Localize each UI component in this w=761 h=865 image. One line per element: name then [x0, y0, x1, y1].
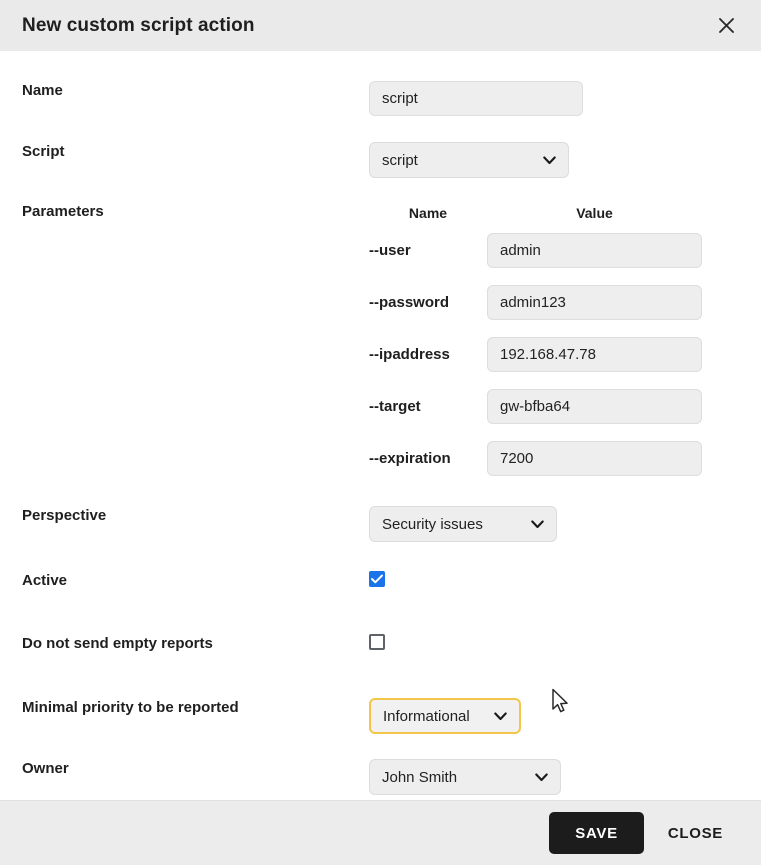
parameter-value-input[interactable]: gw-bfba64	[487, 389, 702, 424]
dialog-header: New custom script action	[0, 0, 761, 51]
parameter-value-input[interactable]: admin123	[487, 285, 702, 320]
parameter-value-cell: admin	[487, 233, 702, 268]
chevron-down-icon	[531, 520, 544, 529]
new-custom-script-action-dialog: New custom script action Name script Scr…	[0, 0, 761, 865]
name-control: script	[369, 81, 739, 116]
field-row-parameters: Parameters Name Value --user admin --pa	[0, 202, 761, 484]
no-empty-reports-checkbox[interactable]	[369, 634, 385, 650]
column-header-name: Name	[369, 205, 487, 221]
no-empty-reports-control	[369, 634, 739, 655]
script-select-value: script	[382, 153, 418, 168]
owner-select[interactable]: John Smith	[369, 759, 561, 795]
dialog-body: Name script Script script Par	[0, 51, 761, 800]
minimal-priority-control: Informational	[369, 698, 739, 734]
owner-label: Owner	[22, 759, 369, 776]
field-row-name: Name script	[0, 81, 761, 116]
parameter-name: --user	[369, 243, 487, 258]
parameter-name: --target	[369, 399, 487, 414]
table-row: --password admin123	[369, 276, 739, 328]
field-row-script: Script script	[0, 142, 761, 178]
parameter-value-input[interactable]: 7200	[487, 441, 702, 476]
save-button[interactable]: SAVE	[549, 812, 644, 854]
perspective-label: Perspective	[22, 506, 369, 523]
parameter-value-input[interactable]: admin	[487, 233, 702, 268]
active-checkbox[interactable]	[369, 571, 385, 587]
script-control: script	[369, 142, 739, 178]
parameter-value-cell: 7200	[487, 441, 702, 476]
parameter-value-input[interactable]: 192.168.47.78	[487, 337, 702, 372]
parameter-name: --password	[369, 295, 487, 310]
active-label: Active	[22, 571, 369, 588]
chevron-down-icon	[535, 773, 548, 782]
field-row-no-empty-reports: Do not send empty reports	[0, 634, 761, 655]
parameters-table: Name Value --user admin --password admin…	[369, 202, 739, 484]
parameters-table-header: Name Value	[369, 202, 739, 224]
parameters-label: Parameters	[22, 202, 369, 219]
parameter-value-cell: 192.168.47.78	[487, 337, 702, 372]
minimal-priority-select[interactable]: Informational	[369, 698, 521, 734]
minimal-priority-select-value: Informational	[383, 709, 470, 724]
chevron-down-icon	[494, 712, 507, 721]
no-empty-reports-label: Do not send empty reports	[22, 634, 369, 651]
table-row: --ipaddress 192.168.47.78	[369, 328, 739, 380]
perspective-select[interactable]: Security issues	[369, 506, 557, 542]
field-row-perspective: Perspective Security issues	[0, 506, 761, 542]
table-row: --user admin	[369, 224, 739, 276]
parameter-name: --expiration	[369, 451, 487, 466]
minimal-priority-label: Minimal priority to be reported	[22, 698, 369, 715]
name-input[interactable]: script	[369, 81, 583, 116]
chevron-down-icon	[543, 156, 556, 165]
owner-select-value: John Smith	[382, 770, 457, 785]
owner-control: John Smith	[369, 759, 739, 795]
close-button[interactable]: CLOSE	[652, 812, 739, 854]
perspective-control: Security issues	[369, 506, 739, 542]
parameters-control: Name Value --user admin --password admin…	[369, 202, 739, 484]
parameter-value-cell: gw-bfba64	[487, 389, 702, 424]
close-icon[interactable]	[711, 11, 741, 41]
table-row: --target gw-bfba64	[369, 380, 739, 432]
name-label: Name	[22, 81, 369, 98]
page-title: New custom script action	[22, 16, 255, 35]
column-header-value: Value	[487, 205, 702, 221]
perspective-select-value: Security issues	[382, 517, 483, 532]
parameter-name: --ipaddress	[369, 347, 487, 362]
field-row-minimal-priority: Minimal priority to be reported Informat…	[0, 698, 761, 734]
active-control	[369, 571, 739, 589]
field-row-active: Active	[0, 571, 761, 589]
script-label: Script	[22, 142, 369, 159]
table-row: --expiration 7200	[369, 432, 739, 484]
parameter-value-cell: admin123	[487, 285, 702, 320]
dialog-footer: SAVE CLOSE	[0, 800, 761, 865]
script-select[interactable]: script	[369, 142, 569, 178]
field-row-owner: Owner John Smith	[0, 759, 761, 795]
